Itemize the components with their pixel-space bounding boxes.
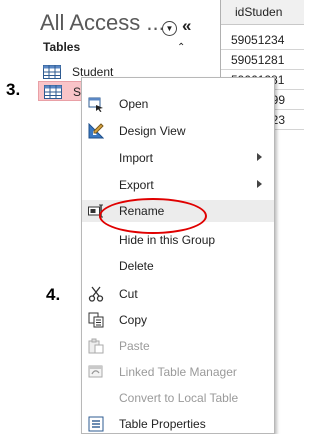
nav-title: All Access ...: [40, 10, 165, 35]
menu-item-label: Hide in this Group: [119, 233, 216, 247]
menu-item-label: Table Properties: [119, 417, 206, 431]
menu-item-paste[interactable]: Paste: [82, 335, 274, 357]
menu-item-cut[interactable]: Cut: [82, 283, 274, 305]
menu-item-copy[interactable]: Copy: [82, 309, 274, 331]
menu-item-label: Copy: [119, 313, 148, 327]
cut-icon: [88, 286, 104, 302]
chevron-up-icon[interactable]: ⌃: [177, 42, 185, 53]
context-menu: Open Design View Import Export Rename Hi…: [81, 77, 275, 434]
menu-item-export[interactable]: Export: [82, 174, 274, 196]
submenu-arrow-icon: [257, 180, 262, 188]
menu-item-label: Open: [119, 97, 149, 111]
menu-item-delete[interactable]: Delete: [82, 255, 274, 277]
table-cell[interactable]: 59051234: [221, 30, 304, 50]
chevron-down-icon[interactable]: ▼: [162, 21, 177, 36]
menu-item-label: Delete: [119, 259, 154, 273]
menu-item-convert-to-local[interactable]: Convert to Local Table: [82, 387, 274, 409]
linked-table-icon: [88, 365, 103, 378]
menu-item-import[interactable]: Import: [82, 147, 274, 169]
column-header-idstudent[interactable]: idStuden: [221, 0, 304, 25]
design-view-icon: [88, 123, 104, 139]
menu-item-label: Linked Table Manager: [119, 365, 237, 379]
table-icon: [43, 65, 61, 79]
column-header-label: idStuden: [235, 5, 283, 19]
copy-icon: [88, 312, 104, 328]
cell-value: 59051281: [231, 53, 285, 67]
table-icon: [44, 85, 62, 99]
menu-item-table-properties[interactable]: Table Properties: [82, 413, 274, 433]
menu-item-label: Design View: [119, 124, 186, 138]
menu-item-label: Export: [119, 178, 154, 192]
menu-item-label: Convert to Local Table: [119, 391, 239, 405]
menu-item-hide-in-group[interactable]: Hide in this Group: [82, 229, 274, 251]
nav-header: All Access ... ▼ «: [40, 10, 198, 42]
menu-item-open[interactable]: Open: [82, 93, 274, 115]
highlight-circle: [99, 198, 207, 234]
nav-item-label: S: [73, 85, 82, 99]
collapse-pane-icon[interactable]: «: [182, 16, 191, 36]
menu-item-linked-table-manager[interactable]: Linked Table Manager: [82, 361, 274, 383]
table-properties-icon: [88, 416, 104, 432]
paste-icon: [88, 338, 104, 354]
table-cell[interactable]: 59051281: [221, 50, 304, 70]
group-label-tables[interactable]: Tables: [43, 40, 80, 54]
step-3-label: 3.: [6, 80, 21, 99]
menu-item-design-view[interactable]: Design View: [82, 120, 274, 142]
cell-value: 59051234: [231, 33, 285, 47]
step-4-label: 4.: [46, 285, 61, 304]
menu-item-label: Import: [119, 151, 154, 165]
menu-item-label: Cut: [119, 287, 138, 301]
menu-item-label: Paste: [119, 339, 150, 353]
open-icon: [88, 97, 103, 112]
submenu-arrow-icon: [257, 153, 262, 161]
